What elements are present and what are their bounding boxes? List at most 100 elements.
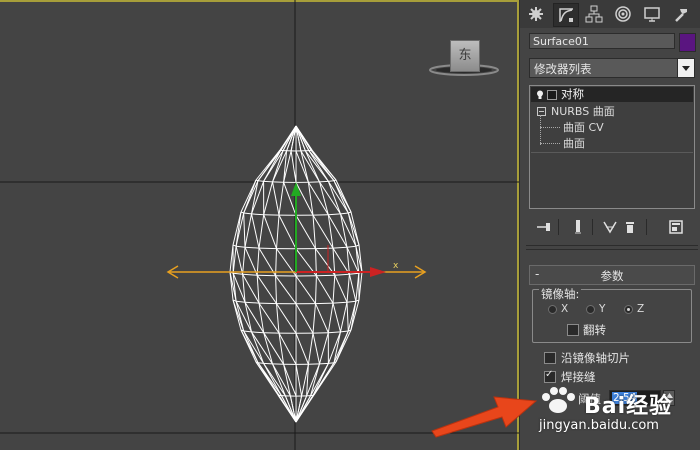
configure-modifier-sets-button[interactable] xyxy=(666,217,686,237)
configure-modifier-sets-icon xyxy=(669,220,683,234)
nurbs-surface-wireframe xyxy=(229,125,363,423)
make-unique-button[interactable] xyxy=(600,217,620,237)
wireframe-edge xyxy=(275,275,297,305)
create-icon xyxy=(529,7,543,21)
mirror-axis-x-radio[interactable] xyxy=(548,305,557,314)
slice-along-mirror-checkbox[interactable] xyxy=(544,352,556,364)
viewcube-face[interactable]: 东 xyxy=(450,40,480,72)
paw-logo-icon xyxy=(542,387,575,413)
parameters-rollout-header[interactable]: - 参数 xyxy=(529,265,695,285)
wireframe-edge xyxy=(334,273,350,276)
wireframe-edge xyxy=(307,182,329,215)
wireframe-edge xyxy=(244,246,260,249)
toolbar-separator xyxy=(592,219,593,235)
wireframe-edge xyxy=(244,247,258,276)
create-tab[interactable] xyxy=(524,3,548,25)
utilities-tab[interactable] xyxy=(669,3,693,25)
wireframe-edge xyxy=(276,303,280,334)
viewcube[interactable]: 东 xyxy=(428,38,504,78)
wireframe-edge xyxy=(332,275,336,304)
pin-stack-icon xyxy=(537,223,550,231)
command-panel-tabs xyxy=(520,0,700,28)
wireframe-edge xyxy=(242,247,246,275)
lightbulb-icon[interactable] xyxy=(536,90,544,99)
weld-seam-label: 焊接缝 xyxy=(561,370,596,384)
mirror-axis-y-radio[interactable] xyxy=(586,305,595,314)
wireframe-edge xyxy=(242,273,258,276)
object-name-field[interactable]: Surface01 xyxy=(529,33,675,49)
remove-modifier-icon xyxy=(626,222,634,233)
wireframe-edge xyxy=(332,302,341,333)
watermark-brand: Bai经验 xyxy=(584,394,673,419)
wireframe-edge xyxy=(315,302,334,305)
wireframe-edge xyxy=(312,215,316,249)
wireframe-edge xyxy=(276,215,280,249)
pin-stack-button[interactable] xyxy=(534,217,554,237)
wireframe-edge xyxy=(243,212,252,215)
wireframe-edge xyxy=(335,329,352,363)
flip-checkbox[interactable] xyxy=(567,324,579,336)
wireframe-edge xyxy=(307,333,314,365)
modify-icon xyxy=(559,8,573,22)
modifier-stack[interactable]: 对称 NURBS 曲面 曲面 CV 曲面 xyxy=(529,85,695,209)
modifier-list-label: 修改器列表 xyxy=(534,62,592,76)
hierarchy-tab[interactable] xyxy=(582,3,606,25)
wireframe-edge xyxy=(236,245,246,248)
object-color-swatch[interactable] xyxy=(679,33,696,52)
wireframe-edge xyxy=(251,213,260,249)
wireframe-edge xyxy=(236,300,246,303)
stack-item-symmetry[interactable]: 对称 xyxy=(531,87,693,102)
wireframe-edge xyxy=(358,271,363,301)
wireframe-edge xyxy=(243,180,259,214)
wireframe-edge xyxy=(319,180,329,183)
wireframe-edge xyxy=(348,274,357,302)
wireframe-edge xyxy=(251,180,259,214)
wireframe-edge xyxy=(295,364,303,397)
mirror-axis-label: 镜像轴: xyxy=(539,286,582,302)
wireframe-edge xyxy=(263,181,273,215)
mirror-axis-z-radio[interactable] xyxy=(624,305,633,314)
wireframe-edge xyxy=(312,332,320,365)
mirror-axis-x-label: X xyxy=(561,303,569,315)
motion-icon xyxy=(615,6,631,22)
display-icon xyxy=(644,7,660,22)
modify-tab[interactable] xyxy=(553,3,579,27)
wireframe-edge xyxy=(263,214,277,249)
x-axis-arrowhead xyxy=(370,267,386,277)
wireframe-edge xyxy=(235,246,244,275)
display-tab[interactable] xyxy=(640,3,664,25)
wireframe-edge xyxy=(251,213,264,216)
wireframe-edge xyxy=(278,214,297,250)
wireframe-edge xyxy=(312,214,334,249)
annotation-arrow-icon xyxy=(431,396,538,438)
weld-seam-checkbox[interactable] xyxy=(544,369,556,383)
rollout-title: 参数 xyxy=(600,269,624,283)
expand-toggle-icon[interactable] xyxy=(547,90,557,100)
wireframe-edge xyxy=(263,332,285,365)
show-end-result-button[interactable] xyxy=(568,217,588,237)
mirror-axis-z-label: Z xyxy=(637,303,645,315)
modifier-stack-toolbar xyxy=(530,217,696,237)
motion-tab[interactable] xyxy=(611,3,635,25)
collapse-toggle-icon[interactable] xyxy=(537,107,546,116)
transform-gizmo xyxy=(166,182,427,279)
wireframe-edge xyxy=(332,246,348,249)
wireframe-edge xyxy=(232,246,237,274)
stack-item-surface[interactable]: 曲面 xyxy=(531,136,693,151)
perspective-viewport[interactable]: x 东 xyxy=(0,0,519,450)
wireframe-edge xyxy=(358,244,363,273)
stack-item-surface-cv[interactable]: 曲面 CV xyxy=(531,120,693,135)
dropdown-arrow[interactable] xyxy=(677,59,694,77)
wireframe-edge xyxy=(263,180,273,183)
wireframe-edge xyxy=(272,181,280,216)
stack-item-label: 曲面 CV xyxy=(563,121,604,134)
stack-divider xyxy=(531,152,693,153)
stack-item-nurbs-surface[interactable]: NURBS 曲面 xyxy=(531,104,693,119)
wireframe-edge xyxy=(346,274,350,303)
modifier-list-dropdown[interactable]: 修改器列表 xyxy=(529,58,695,78)
remove-modifier-button[interactable] xyxy=(620,217,640,237)
wireframe-edge xyxy=(334,274,348,303)
wireframe-edge xyxy=(349,272,359,275)
baidu-jingyan-watermark: Bai经验 jingyan.baidu.com xyxy=(534,384,700,450)
wireframe-edge xyxy=(316,274,335,277)
